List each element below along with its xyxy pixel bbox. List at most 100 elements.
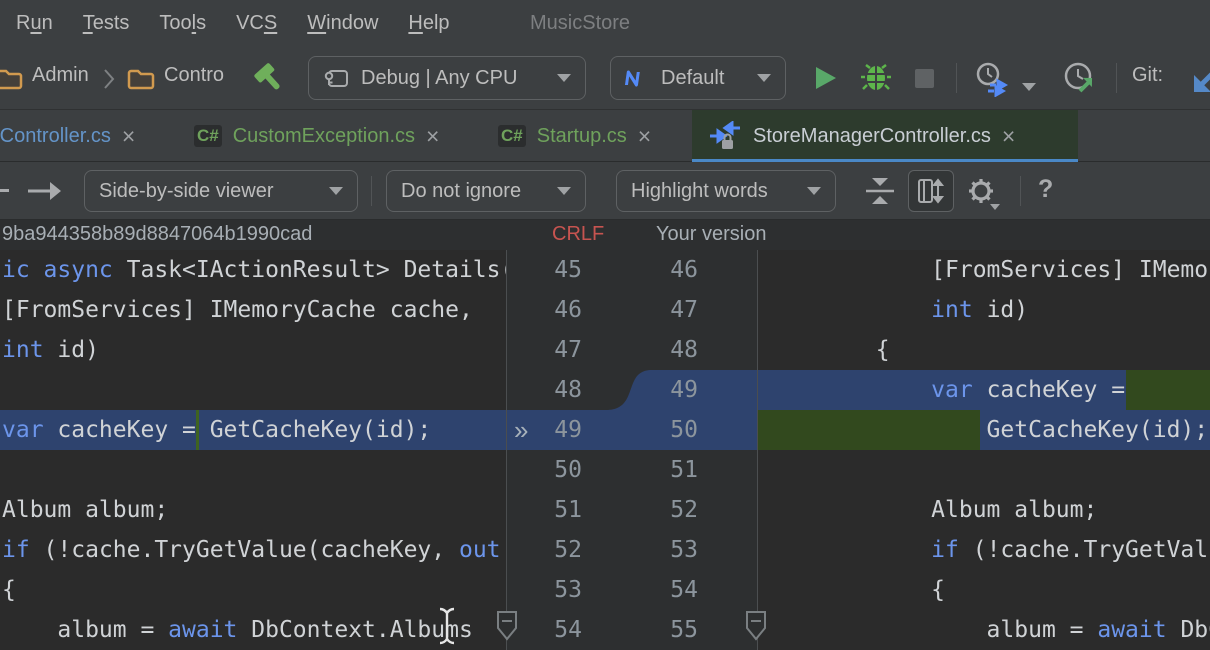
prev-change-icon[interactable] bbox=[0, 189, 9, 192]
profile-dropdown[interactable]: Default bbox=[610, 56, 786, 100]
code-line[interactable]: var cacheKey = GetCacheKey(id); bbox=[2, 410, 506, 450]
viewer-mode-label: Side-by-side viewer bbox=[99, 180, 274, 203]
close-icon[interactable]: × bbox=[1002, 125, 1015, 148]
left-code-pane[interactable]: ic async Task<IActionResult> Details([Fr… bbox=[2, 250, 506, 650]
breadcrumb-admin[interactable]: Admin bbox=[32, 64, 89, 87]
line-number: 52 bbox=[506, 530, 582, 570]
code-line[interactable]: int id) bbox=[2, 330, 506, 370]
code-line[interactable]: [FromServices] IMemoryCache cache, bbox=[765, 250, 1210, 290]
diff-header: 9ba944358b89d8847064b1990cad CRLF Your v… bbox=[0, 220, 1210, 250]
menu-items: Run Tests Tools VCS Window Help bbox=[0, 12, 450, 35]
tab-controller[interactable]: rController.cs × bbox=[0, 110, 151, 162]
code-line[interactable] bbox=[765, 450, 1210, 490]
code-line[interactable]: album = await DbContext.Albums bbox=[765, 610, 1210, 650]
git-update-icon[interactable] bbox=[1192, 66, 1210, 94]
left-revision-hash: 9ba944358b89d8847064b1990cad bbox=[2, 223, 312, 246]
line-number: 51 bbox=[506, 490, 582, 530]
close-icon[interactable]: × bbox=[426, 125, 439, 148]
gear-icon[interactable] bbox=[964, 174, 1004, 212]
viewer-mode-dropdown[interactable]: Side-by-side viewer bbox=[84, 170, 358, 212]
menu-tests[interactable]: Tests bbox=[83, 12, 130, 35]
tab-label: CustomException.cs bbox=[233, 125, 415, 148]
code-line[interactable]: GetCacheKey(id); bbox=[765, 410, 1210, 450]
chevron-down-icon[interactable] bbox=[1022, 83, 1036, 91]
code-line[interactable]: var cacheKey = bbox=[765, 370, 1210, 410]
line-number: 53 bbox=[622, 530, 698, 570]
menu-window[interactable]: Window bbox=[307, 12, 378, 35]
line-number: 47 bbox=[506, 330, 582, 370]
profile-running-app-icon[interactable] bbox=[1062, 61, 1100, 97]
code-line[interactable] bbox=[2, 370, 506, 410]
tab-label: StoreManagerController.cs bbox=[753, 125, 991, 148]
code-line[interactable]: ic async Task<IActionResult> Details( bbox=[2, 250, 506, 290]
build-hammer-icon[interactable] bbox=[250, 59, 288, 97]
left-line-numbers: 45464748495051525354 bbox=[506, 250, 582, 650]
diff-body: ic async Task<IActionResult> Details([Fr… bbox=[0, 250, 1210, 650]
profiler-history-icon[interactable] bbox=[974, 61, 1012, 97]
sync-scroll-icon bbox=[917, 177, 945, 205]
ide-window: Run Tests Tools VCS Window Help MusicStore Ad… bbox=[0, 0, 1210, 650]
menu-help[interactable]: Help bbox=[408, 12, 449, 35]
line-number: 45 bbox=[506, 250, 582, 290]
stop-button[interactable] bbox=[915, 69, 934, 88]
line-number: 53 bbox=[506, 570, 582, 610]
editor-tab-bar: rController.cs × C# CustomException.cs ×… bbox=[0, 110, 1210, 162]
run-config-icon bbox=[323, 66, 349, 90]
next-change-icon[interactable] bbox=[26, 178, 64, 204]
folder-icon bbox=[0, 66, 24, 91]
run-button[interactable] bbox=[813, 65, 839, 91]
profile-label: Default bbox=[661, 67, 724, 90]
code-line[interactable]: { bbox=[2, 570, 506, 610]
code-line[interactable]: { bbox=[765, 570, 1210, 610]
highlight-mode-dropdown[interactable]: Highlight words bbox=[616, 170, 836, 212]
fold-marker-icon[interactable] bbox=[495, 610, 519, 642]
code-line[interactable]: [FromServices] IMemoryCache cache, bbox=[2, 290, 506, 330]
tab-storemanagercontroller[interactable]: StoreManagerController.cs × bbox=[692, 110, 1078, 162]
folder-icon bbox=[126, 66, 156, 91]
line-number: 48 bbox=[506, 370, 582, 410]
code-line[interactable]: Album album; bbox=[2, 490, 506, 530]
line-number: 49 bbox=[622, 370, 698, 410]
code-line[interactable]: album = await DbContext.Albums bbox=[2, 610, 506, 650]
chevron-down-icon bbox=[557, 187, 571, 195]
close-icon[interactable]: × bbox=[638, 125, 651, 148]
close-icon[interactable]: × bbox=[122, 125, 135, 148]
line-number: 50 bbox=[622, 410, 698, 450]
sync-scroll-toggle[interactable] bbox=[908, 170, 954, 212]
code-line[interactable]: { bbox=[765, 330, 1210, 370]
diff-merge-icon bbox=[708, 121, 742, 151]
run-configuration-dropdown[interactable]: Debug | Any CPU bbox=[308, 56, 586, 100]
chevron-down-icon bbox=[757, 74, 771, 82]
collapse-unchanged-icon[interactable] bbox=[862, 177, 898, 205]
menu-bar: Run Tests Tools VCS Window Help MusicStore bbox=[0, 0, 1210, 46]
change-chevron-marker[interactable]: » bbox=[514, 410, 528, 450]
tab-customexception[interactable]: C# CustomException.cs × bbox=[178, 110, 455, 162]
help-icon[interactable]: ? bbox=[1038, 175, 1053, 204]
menu-run[interactable]: Run bbox=[16, 12, 53, 35]
right-line-numbers: 46474849505152535455 bbox=[622, 250, 698, 650]
pane-separator[interactable] bbox=[757, 250, 758, 650]
git-label: Git: bbox=[1132, 64, 1163, 87]
fold-marker-icon[interactable] bbox=[744, 610, 768, 642]
tab-startup[interactable]: C# Startup.cs × bbox=[482, 110, 667, 162]
right-code-pane[interactable]: [FromServices] IMemoryCache cache, int i… bbox=[765, 250, 1210, 650]
menu-tools[interactable]: Tools bbox=[159, 12, 206, 35]
ignore-mode-dropdown[interactable]: Do not ignore bbox=[386, 170, 586, 212]
line-ending-badge[interactable]: CRLF bbox=[552, 223, 604, 246]
window-title: MusicStore bbox=[530, 12, 630, 35]
code-line[interactable]: if (!cache.TryGetValue(cacheKey, out alb… bbox=[765, 530, 1210, 570]
debug-button[interactable] bbox=[860, 63, 892, 93]
tab-label: Startup.cs bbox=[537, 125, 627, 148]
code-line[interactable]: int id) bbox=[765, 290, 1210, 330]
text-cursor bbox=[436, 606, 458, 646]
breadcrumb-controllers[interactable]: Contro bbox=[164, 64, 224, 87]
menu-vcs[interactable]: VCS bbox=[236, 12, 277, 35]
code-line[interactable]: if (!cache.TryGetValue(cacheKey, out alb… bbox=[2, 530, 506, 570]
line-number: 55 bbox=[622, 610, 698, 650]
run-config-label: Debug | Any CPU bbox=[361, 67, 517, 90]
right-version-title: Your version bbox=[656, 223, 766, 246]
code-line[interactable]: Album album; bbox=[765, 490, 1210, 530]
csharp-icon: C# bbox=[194, 125, 222, 147]
main-toolbar: Admin Contro Debug | Any CPU bbox=[0, 46, 1210, 110]
code-line[interactable] bbox=[2, 450, 506, 490]
